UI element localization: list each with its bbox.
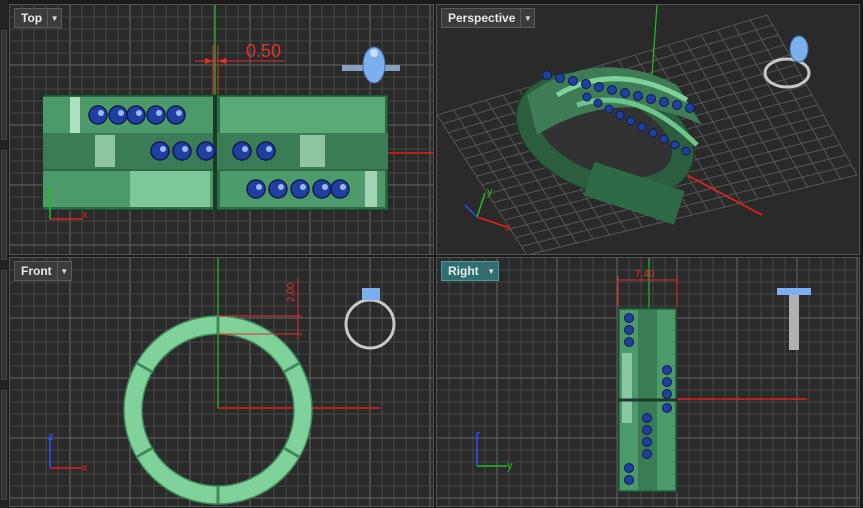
ring-preview-icon [342, 46, 400, 84]
viewport-label: Perspective [448, 11, 516, 25]
viewport-label: Right [448, 264, 479, 278]
axis-label-z: z [475, 429, 481, 441]
dimension-label: 2.00 [286, 282, 297, 302]
left-toolbar-strip [0, 0, 8, 508]
toolbar-segment[interactable] [1, 150, 7, 260]
axis-label-z: z [48, 431, 54, 443]
chevron-down-icon[interactable]: ▼ [56, 262, 71, 280]
y-axis-line [651, 5, 658, 76]
tab-right[interactable]: Right ▼ [441, 261, 499, 281]
viewport-front[interactable]: 2.00 x z Front ▼ [9, 257, 434, 507]
axis-label-y: y [487, 186, 493, 198]
chevron-down-icon[interactable]: ▼ [520, 9, 534, 27]
viewport-label: Front [21, 264, 52, 278]
toolbar-segment[interactable] [1, 30, 7, 140]
tab-front[interactable]: Front ▼ [14, 261, 72, 281]
tab-perspective[interactable]: Perspective ▼ [441, 8, 536, 28]
viewport-perspective[interactable]: x y Perspective ▼ [436, 4, 860, 255]
tab-top[interactable]: Top ▼ [14, 8, 63, 28]
ring-band-top[interactable] [42, 94, 389, 211]
perspective-view-canvas[interactable]: x y [437, 5, 860, 255]
x-axis-line [686, 174, 763, 216]
viewport-label: Top [21, 11, 43, 25]
dimension-label: 0.50 [246, 41, 281, 61]
viewport-top[interactable]: 0.50 x Top ▼ [9, 4, 434, 255]
axis-label-y: y [507, 460, 513, 472]
axis-label-x: x [82, 209, 88, 221]
ring-band-side[interactable] [617, 307, 678, 493]
front-view-canvas[interactable]: 2.00 x z [10, 258, 434, 507]
toolbar-segment[interactable] [1, 270, 7, 380]
toolbar-segment[interactable] [1, 390, 7, 500]
dimension-arrow [218, 58, 226, 64]
dimension-label: 7.40 [635, 269, 655, 280]
axis-label-x: x [82, 462, 88, 474]
axis-label-x: x [505, 222, 511, 234]
ring-preview-icon [777, 288, 811, 350]
right-view-canvas[interactable]: 7.40 y z [437, 258, 860, 507]
chevron-down-icon[interactable]: ▼ [483, 262, 498, 280]
viewport-right[interactable]: 7.40 y z Right ▼ [436, 257, 860, 507]
top-view-canvas[interactable]: 0.50 x [10, 5, 434, 255]
dimension-arrow [205, 58, 213, 64]
chevron-down-icon[interactable]: ▼ [47, 9, 61, 27]
